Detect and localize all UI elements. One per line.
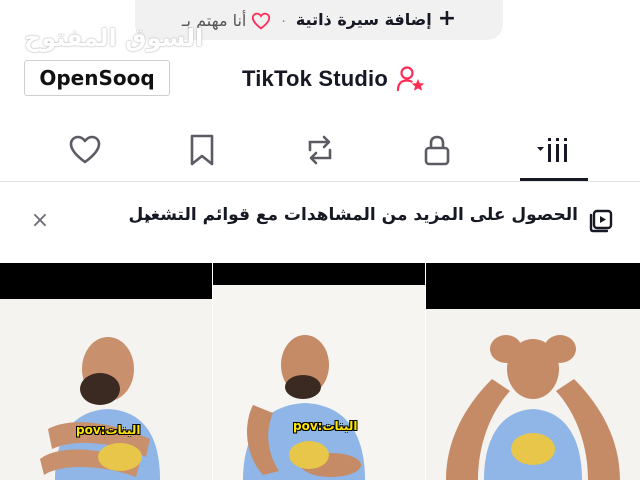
add-bio-button[interactable]: + إضافة سيرة ذاتية <box>296 8 456 30</box>
video-caption: pov:البنات <box>76 423 141 437</box>
video-letterbox <box>213 263 425 285</box>
close-icon[interactable]: × <box>26 206 54 234</box>
active-tab-indicator <box>520 178 588 181</box>
video-grid: pov:البنات pov:البنات <box>0 263 640 480</box>
video-frame-image <box>0 299 212 480</box>
user-star-icon <box>396 66 425 92</box>
heart-outline-icon <box>252 12 271 29</box>
banner-text: الحصول على المزيد من المشاهدات مع قوائم … <box>128 205 578 225</box>
tab-liked[interactable] <box>55 118 115 182</box>
video-frame-image <box>213 285 425 480</box>
tab-favorites[interactable] <box>172 118 232 182</box>
playlist-icon <box>589 209 613 233</box>
watermark-logo: OpenSooq <box>24 60 170 96</box>
tab-reposts[interactable] <box>290 118 350 182</box>
plus-icon: + <box>437 6 457 31</box>
lock-icon <box>424 135 450 166</box>
video-thumbnail[interactable] <box>426 263 640 480</box>
playlist-banner[interactable]: × › الحصول على المزيد من المشاهدات مع قو… <box>0 192 640 248</box>
video-caption: pov:البنات <box>293 419 358 433</box>
repost-icon <box>308 135 332 165</box>
tab-private[interactable] <box>407 118 467 182</box>
tiktok-studio-button[interactable]: TikTok Studio <box>242 62 426 96</box>
video-letterbox <box>426 263 640 309</box>
video-frame-image <box>426 309 640 480</box>
profile-tabs <box>0 118 640 182</box>
heart-icon <box>69 135 101 164</box>
video-thumbnail[interactable]: pov:البنات <box>213 263 425 480</box>
video-thumbnail[interactable]: pov:البنات <box>0 263 212 480</box>
pill-separator: · <box>281 14 286 30</box>
add-bio-label: إضافة سيرة ذاتية <box>295 9 432 29</box>
bookmark-icon <box>190 134 214 166</box>
studio-label: TikTok Studio <box>242 66 389 91</box>
tab-videos[interactable] <box>524 118 584 182</box>
watermark-arabic: السوق المفتوح <box>24 24 204 52</box>
video-letterbox <box>0 263 212 299</box>
grid-filter-icon <box>537 138 567 162</box>
